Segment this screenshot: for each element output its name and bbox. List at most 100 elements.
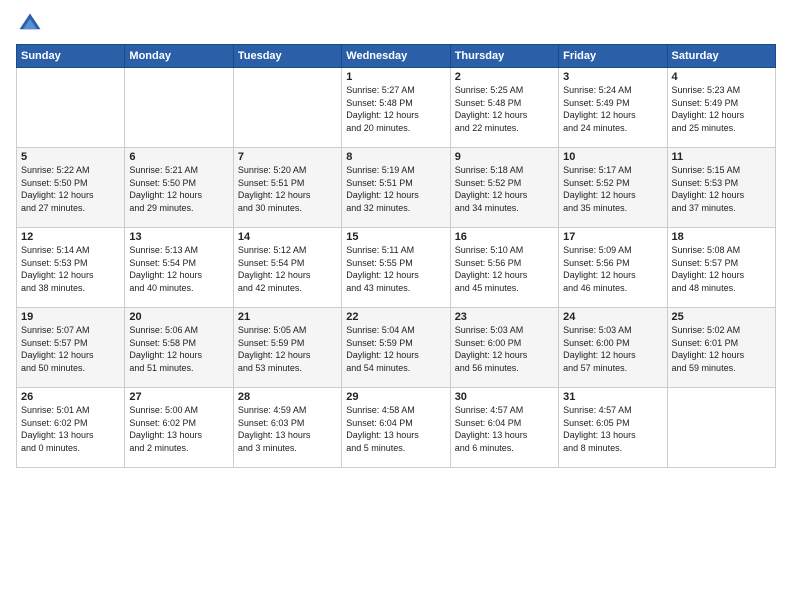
day-number: 30	[455, 391, 554, 403]
header	[16, 10, 776, 38]
day-info: Sunrise: 5:20 AM Sunset: 5:51 PM Dayligh…	[238, 164, 337, 214]
day-number: 3	[563, 71, 662, 83]
calendar-cell: 3Sunrise: 5:24 AM Sunset: 5:49 PM Daylig…	[559, 68, 667, 148]
calendar-cell: 4Sunrise: 5:23 AM Sunset: 5:49 PM Daylig…	[667, 68, 775, 148]
day-info: Sunrise: 5:05 AM Sunset: 5:59 PM Dayligh…	[238, 324, 337, 374]
day-info: Sunrise: 5:15 AM Sunset: 5:53 PM Dayligh…	[672, 164, 771, 214]
day-number: 13	[129, 231, 228, 243]
day-info: Sunrise: 4:57 AM Sunset: 6:04 PM Dayligh…	[455, 404, 554, 454]
day-info: Sunrise: 5:08 AM Sunset: 5:57 PM Dayligh…	[672, 244, 771, 294]
day-info: Sunrise: 5:17 AM Sunset: 5:52 PM Dayligh…	[563, 164, 662, 214]
day-info: Sunrise: 5:14 AM Sunset: 5:53 PM Dayligh…	[21, 244, 120, 294]
logo-icon	[16, 10, 44, 38]
weekday-header-tuesday: Tuesday	[233, 45, 341, 68]
calendar-cell: 26Sunrise: 5:01 AM Sunset: 6:02 PM Dayli…	[17, 388, 125, 468]
weekday-header-thursday: Thursday	[450, 45, 558, 68]
day-info: Sunrise: 5:06 AM Sunset: 5:58 PM Dayligh…	[129, 324, 228, 374]
weekday-header-saturday: Saturday	[667, 45, 775, 68]
weekday-header-monday: Monday	[125, 45, 233, 68]
day-number: 16	[455, 231, 554, 243]
day-number: 15	[346, 231, 445, 243]
day-number: 12	[21, 231, 120, 243]
calendar-cell: 30Sunrise: 4:57 AM Sunset: 6:04 PM Dayli…	[450, 388, 558, 468]
day-info: Sunrise: 5:03 AM Sunset: 6:00 PM Dayligh…	[455, 324, 554, 374]
calendar-cell: 17Sunrise: 5:09 AM Sunset: 5:56 PM Dayli…	[559, 228, 667, 308]
day-number: 28	[238, 391, 337, 403]
day-info: Sunrise: 5:10 AM Sunset: 5:56 PM Dayligh…	[455, 244, 554, 294]
day-number: 7	[238, 151, 337, 163]
day-info: Sunrise: 4:58 AM Sunset: 6:04 PM Dayligh…	[346, 404, 445, 454]
day-info: Sunrise: 5:04 AM Sunset: 5:59 PM Dayligh…	[346, 324, 445, 374]
day-info: Sunrise: 5:21 AM Sunset: 5:50 PM Dayligh…	[129, 164, 228, 214]
day-number: 25	[672, 311, 771, 323]
calendar-cell: 9Sunrise: 5:18 AM Sunset: 5:52 PM Daylig…	[450, 148, 558, 228]
day-info: Sunrise: 5:23 AM Sunset: 5:49 PM Dayligh…	[672, 84, 771, 134]
day-number: 11	[672, 151, 771, 163]
day-info: Sunrise: 5:01 AM Sunset: 6:02 PM Dayligh…	[21, 404, 120, 454]
calendar-cell: 14Sunrise: 5:12 AM Sunset: 5:54 PM Dayli…	[233, 228, 341, 308]
day-info: Sunrise: 5:19 AM Sunset: 5:51 PM Dayligh…	[346, 164, 445, 214]
day-info: Sunrise: 5:25 AM Sunset: 5:48 PM Dayligh…	[455, 84, 554, 134]
day-number: 1	[346, 71, 445, 83]
calendar-cell: 22Sunrise: 5:04 AM Sunset: 5:59 PM Dayli…	[342, 308, 450, 388]
calendar-cell: 23Sunrise: 5:03 AM Sunset: 6:00 PM Dayli…	[450, 308, 558, 388]
calendar-cell: 15Sunrise: 5:11 AM Sunset: 5:55 PM Dayli…	[342, 228, 450, 308]
calendar-cell: 19Sunrise: 5:07 AM Sunset: 5:57 PM Dayli…	[17, 308, 125, 388]
week-row-2: 5Sunrise: 5:22 AM Sunset: 5:50 PM Daylig…	[17, 148, 776, 228]
calendar-cell: 27Sunrise: 5:00 AM Sunset: 6:02 PM Dayli…	[125, 388, 233, 468]
day-number: 29	[346, 391, 445, 403]
day-info: Sunrise: 5:02 AM Sunset: 6:01 PM Dayligh…	[672, 324, 771, 374]
calendar-table: SundayMondayTuesdayWednesdayThursdayFrid…	[16, 44, 776, 468]
day-info: Sunrise: 5:27 AM Sunset: 5:48 PM Dayligh…	[346, 84, 445, 134]
calendar-cell: 6Sunrise: 5:21 AM Sunset: 5:50 PM Daylig…	[125, 148, 233, 228]
day-number: 4	[672, 71, 771, 83]
weekday-header-row: SundayMondayTuesdayWednesdayThursdayFrid…	[17, 45, 776, 68]
day-number: 10	[563, 151, 662, 163]
calendar-cell: 20Sunrise: 5:06 AM Sunset: 5:58 PM Dayli…	[125, 308, 233, 388]
calendar-cell: 1Sunrise: 5:27 AM Sunset: 5:48 PM Daylig…	[342, 68, 450, 148]
day-info: Sunrise: 5:00 AM Sunset: 6:02 PM Dayligh…	[129, 404, 228, 454]
day-number: 22	[346, 311, 445, 323]
day-info: Sunrise: 5:03 AM Sunset: 6:00 PM Dayligh…	[563, 324, 662, 374]
calendar-cell: 31Sunrise: 4:57 AM Sunset: 6:05 PM Dayli…	[559, 388, 667, 468]
calendar-cell: 2Sunrise: 5:25 AM Sunset: 5:48 PM Daylig…	[450, 68, 558, 148]
day-number: 8	[346, 151, 445, 163]
week-row-3: 12Sunrise: 5:14 AM Sunset: 5:53 PM Dayli…	[17, 228, 776, 308]
day-info: Sunrise: 5:07 AM Sunset: 5:57 PM Dayligh…	[21, 324, 120, 374]
calendar-cell: 10Sunrise: 5:17 AM Sunset: 5:52 PM Dayli…	[559, 148, 667, 228]
calendar-cell	[125, 68, 233, 148]
calendar-cell: 28Sunrise: 4:59 AM Sunset: 6:03 PM Dayli…	[233, 388, 341, 468]
calendar-header: SundayMondayTuesdayWednesdayThursdayFrid…	[17, 45, 776, 68]
calendar-cell: 12Sunrise: 5:14 AM Sunset: 5:53 PM Dayli…	[17, 228, 125, 308]
week-row-4: 19Sunrise: 5:07 AM Sunset: 5:57 PM Dayli…	[17, 308, 776, 388]
day-info: Sunrise: 5:09 AM Sunset: 5:56 PM Dayligh…	[563, 244, 662, 294]
day-number: 23	[455, 311, 554, 323]
logo	[16, 10, 48, 38]
day-number: 20	[129, 311, 228, 323]
day-number: 21	[238, 311, 337, 323]
day-number: 27	[129, 391, 228, 403]
calendar-cell	[17, 68, 125, 148]
day-info: Sunrise: 4:59 AM Sunset: 6:03 PM Dayligh…	[238, 404, 337, 454]
weekday-header-wednesday: Wednesday	[342, 45, 450, 68]
calendar-cell: 5Sunrise: 5:22 AM Sunset: 5:50 PM Daylig…	[17, 148, 125, 228]
day-number: 24	[563, 311, 662, 323]
page-container: SundayMondayTuesdayWednesdayThursdayFrid…	[0, 0, 792, 474]
day-info: Sunrise: 5:18 AM Sunset: 5:52 PM Dayligh…	[455, 164, 554, 214]
day-number: 26	[21, 391, 120, 403]
day-number: 9	[455, 151, 554, 163]
day-info: Sunrise: 4:57 AM Sunset: 6:05 PM Dayligh…	[563, 404, 662, 454]
calendar-cell: 13Sunrise: 5:13 AM Sunset: 5:54 PM Dayli…	[125, 228, 233, 308]
calendar-cell: 21Sunrise: 5:05 AM Sunset: 5:59 PM Dayli…	[233, 308, 341, 388]
weekday-header-sunday: Sunday	[17, 45, 125, 68]
calendar-body: 1Sunrise: 5:27 AM Sunset: 5:48 PM Daylig…	[17, 68, 776, 468]
calendar-cell: 29Sunrise: 4:58 AM Sunset: 6:04 PM Dayli…	[342, 388, 450, 468]
calendar-cell	[667, 388, 775, 468]
calendar-cell: 18Sunrise: 5:08 AM Sunset: 5:57 PM Dayli…	[667, 228, 775, 308]
day-info: Sunrise: 5:24 AM Sunset: 5:49 PM Dayligh…	[563, 84, 662, 134]
day-info: Sunrise: 5:13 AM Sunset: 5:54 PM Dayligh…	[129, 244, 228, 294]
calendar-cell: 24Sunrise: 5:03 AM Sunset: 6:00 PM Dayli…	[559, 308, 667, 388]
calendar-cell	[233, 68, 341, 148]
day-number: 18	[672, 231, 771, 243]
day-number: 31	[563, 391, 662, 403]
